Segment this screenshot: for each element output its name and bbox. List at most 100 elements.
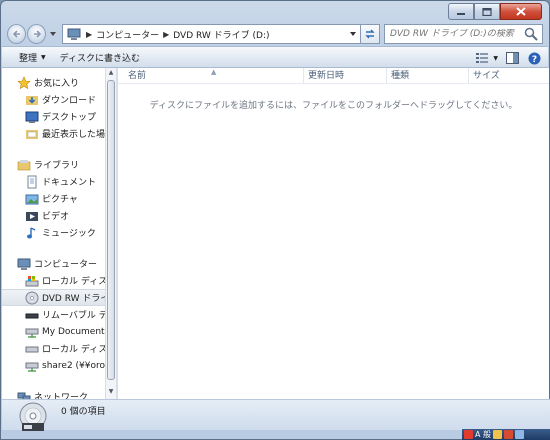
explorer-window: ▶ コンピューター ▶ DVD RW ドライブ (D:) 整理 ▼ ディスクに書 [0,0,550,440]
nav-removable-disk[interactable]: リムーバブル ディ [25,306,105,323]
pictures-icon [25,194,39,204]
back-arrow-icon [12,30,20,38]
minimize-button[interactable] [448,3,474,20]
breadcrumb-separator[interactable]: ▶ [163,30,169,39]
navigation-scrollbar[interactable]: ▲ ▼ [105,68,116,399]
command-bar: 整理 ▼ ディスクに書き込む ▼ ? [2,46,548,68]
computer-icon [67,28,81,40]
nav-item-label: DVD RW ドライブ [42,294,105,304]
nav-item-label: リムーバブル ディ [42,311,105,321]
nav-music[interactable]: ミュージック [25,224,105,241]
scroll-thumb[interactable] [107,80,115,380]
tray-security-icon[interactable] [504,430,514,439]
nav-favorites[interactable]: お気に入り [17,74,105,91]
computer-icon [17,258,31,270]
local-disk-icon [25,275,39,286]
address-dropdown[interactable] [348,29,358,39]
system-tray: A 般 [462,429,550,440]
close-icon [516,7,526,16]
details-pane: 0 個の項目 [2,399,550,431]
removable-disk-icon [25,313,39,318]
nav-favorites-label: お気に入り [34,79,80,89]
column-header-row: ▲ 名前 更新日時 種類 サイズ [118,68,549,84]
nav-computer[interactable]: コンピューター [17,255,105,272]
scroll-down-arrow[interactable]: ▼ [107,388,115,396]
preview-pane-icon [505,52,519,64]
network-drive-icon [25,328,39,338]
dvd-drive-large-icon [19,402,47,431]
ime-indicator[interactable]: A 般 [475,430,491,440]
maximize-button[interactable] [474,3,500,20]
nav-computer-label: コンピューター [34,260,98,270]
navigation-pane: お気に入り ダウンロード デスクトップ 最近表示した場所 ライブラリ ドキュメン… [2,68,105,399]
nav-item-label: ドキュメント [42,178,97,188]
ime-tool-icon[interactable] [493,430,503,439]
chevron-down-icon [50,32,57,36]
help-button[interactable]: ? [526,50,542,66]
nav-desktop[interactable]: デスクトップ [25,108,105,125]
nav-pictures[interactable]: ピクチャ [25,190,105,207]
item-count: 0 個の項目 [61,407,106,417]
burn-to-disc-button[interactable]: ディスクに書き込む [54,47,148,67]
nav-network-label: ネットワーク [34,393,89,399]
music-icon [27,226,36,238]
caption-buttons [448,3,542,20]
column-type-label: 種類 [391,71,410,81]
change-view-button[interactable] [474,50,490,66]
nav-item-label: 最近表示した場所 [42,130,105,140]
file-list[interactable]: ▲ 名前 更新日時 種類 サイズ ディスクにファイルを追加するには、ファイルをこ… [118,68,549,399]
breadcrumb-computer[interactable]: コンピューター [96,28,159,41]
search-input[interactable] [384,29,523,39]
column-type[interactable]: 種類 [387,68,469,84]
search-box[interactable] [383,24,543,44]
nav-item-label: share2 (¥¥orocl [42,360,105,371]
recent-pages-dropdown[interactable] [47,27,58,41]
organize-label: 整理 [19,53,38,64]
column-size[interactable]: サイズ [469,68,549,84]
column-name[interactable]: ▲ 名前 [118,68,304,84]
column-date-label: 更新日時 [308,71,345,81]
view-controls: ▼ ? [474,50,542,66]
recent-places-icon [26,129,38,139]
nav-network[interactable]: ネットワーク [17,388,105,399]
documents-icon [27,175,37,188]
view-options-dropdown[interactable]: ▼ [493,55,498,62]
search-icon[interactable] [523,26,539,42]
scroll-up-arrow[interactable]: ▲ [107,69,115,77]
help-icon: ? [528,52,540,65]
close-button[interactable] [500,3,542,20]
back-button[interactable] [7,24,27,44]
chevron-down-icon: ▼ [41,53,46,61]
organize-menu[interactable]: 整理 ▼ [2,47,54,67]
nav-item-label: ローカル ディスク [42,345,105,355]
nav-recent-places[interactable]: 最近表示した場所 [25,125,105,142]
address-bar[interactable]: ▶ コンピューター ▶ DVD RW ドライブ (D:) [61,24,361,44]
nav-libraries-label: ライブラリ [34,161,80,171]
nav-item-label: デスクトップ [42,113,97,123]
view-list-icon [476,53,489,63]
nav-share2[interactable]: share2 (¥¥orocl [25,357,105,374]
nav-dvd-drive[interactable]: DVD RW ドライブ [2,289,105,306]
breadcrumb-separator[interactable]: ▶ [86,30,92,39]
nav-local-disk-c[interactable]: ローカル ディスク [25,272,105,289]
refresh-icon [365,29,375,39]
preview-pane-button[interactable] [504,50,520,66]
nav-local-disk-2[interactable]: ローカル ディスク [25,340,105,357]
star-icon [17,75,31,89]
forward-button[interactable] [27,24,47,44]
dvd-drive-icon [25,291,39,304]
refresh-button[interactable] [360,24,380,44]
nav-my-documents[interactable]: My Documents [25,323,105,340]
nav-libraries[interactable]: ライブラリ [17,156,105,173]
tray-app-icon[interactable] [464,430,473,439]
local-disk-icon [25,346,39,352]
nav-documents[interactable]: ドキュメント [25,173,105,190]
column-date-modified[interactable]: 更新日時 [304,68,387,84]
nav-item-label: ダウンロード [42,96,97,106]
breadcrumb-dvd-drive[interactable]: DVD RW ドライブ (D:) [173,28,269,41]
nav-videos[interactable]: ビデオ [25,207,105,224]
tray-help-icon[interactable] [515,430,525,439]
nav-downloads[interactable]: ダウンロード [25,91,105,108]
nav-item-label: ローカル ディスク [42,277,105,287]
nav-item-label: ミュージック [42,229,96,239]
